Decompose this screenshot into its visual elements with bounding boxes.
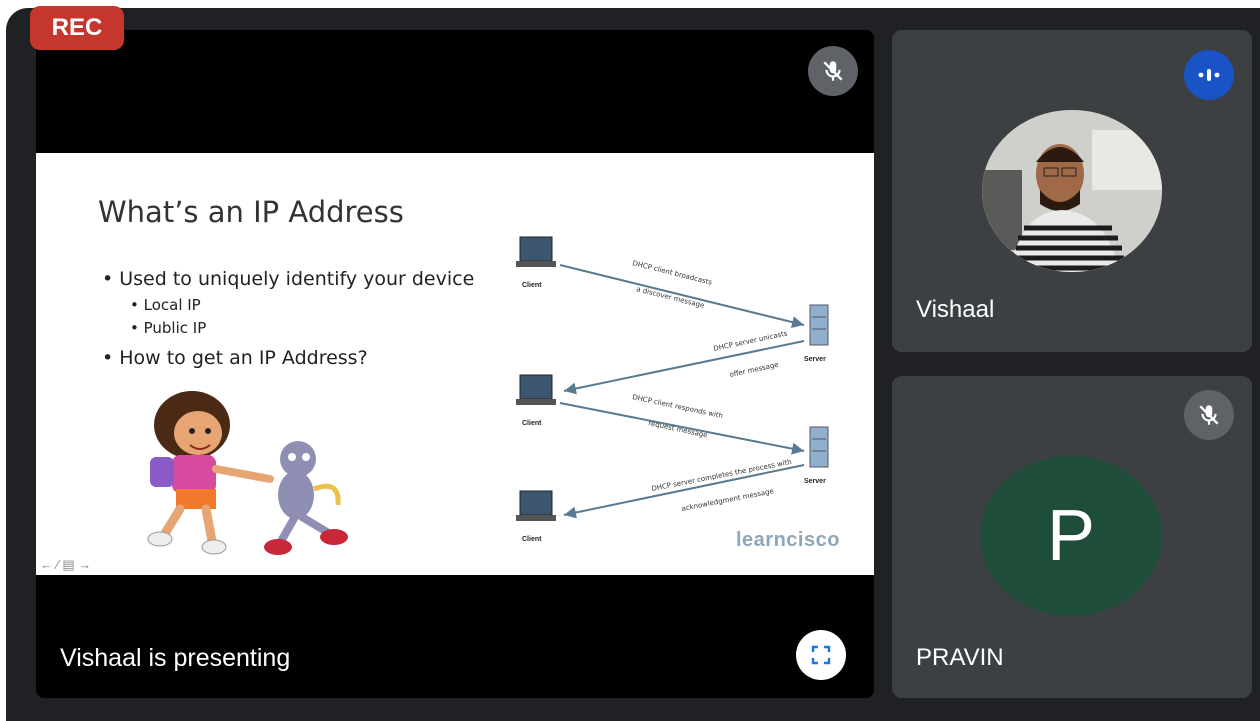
client-label: Client: [522, 420, 542, 427]
slide-nav-controls[interactable]: ← ∕ ▤ →: [40, 557, 91, 573]
participant-name: Vishaal: [916, 296, 995, 323]
presentation-tile: What’s an IP Address • Used to uniquely …: [36, 30, 874, 698]
slide-sub-bullet: • Local IP: [130, 296, 201, 314]
slide-bullet: • How to get an IP Address?: [102, 347, 368, 369]
cartoon-illustration: [147, 391, 348, 555]
presenter-label: Vishaal is presenting: [60, 644, 291, 672]
client-computer-icon: [516, 236, 556, 267]
diagram-step-label: acknowledgment message: [681, 487, 775, 513]
participant-name: PRAVIN: [916, 644, 1004, 671]
slide-sub-bullet: • Public IP: [130, 319, 207, 337]
diagram-step-label: offer message: [729, 361, 780, 379]
shared-slide: What’s an IP Address • Used to uniquely …: [36, 153, 874, 575]
dhcp-diagram: Client Client Client Server Server DHCP …: [516, 236, 829, 543]
mic-off-icon: [1184, 390, 1234, 440]
diagram-step-label: request message: [648, 419, 709, 439]
diagram-step-label: DHCP client responds with: [632, 393, 724, 420]
mic-off-icon: [808, 46, 858, 96]
participant-tile-pravin[interactable]: P PRAVIN: [892, 376, 1252, 698]
speaking-indicator-icon: [1184, 50, 1234, 100]
diagram-step-label: DHCP client broadcasts: [632, 259, 714, 287]
server-icon: [809, 426, 829, 468]
slide-title: What’s an IP Address: [98, 195, 404, 229]
avatar: [982, 110, 1162, 272]
server-label: Server: [804, 356, 826, 363]
fullscreen-button[interactable]: [796, 630, 846, 680]
avatar: P: [980, 456, 1162, 616]
client-label: Client: [522, 536, 542, 543]
fullscreen-icon: [811, 645, 831, 665]
client-computer-icon: [516, 374, 556, 405]
diagram-step-label: DHCP server unicasts: [713, 329, 789, 353]
recording-badge: REC: [30, 6, 124, 50]
participant-tile-vishaal[interactable]: Vishaal: [892, 30, 1252, 352]
slide-bullet: • Used to uniquely identify your device: [102, 268, 475, 290]
client-label: Client: [522, 282, 542, 289]
server-icon: [809, 304, 829, 346]
server-label: Server: [804, 478, 826, 485]
slide-watermark: learncisco: [736, 529, 840, 551]
client-computer-icon: [516, 490, 556, 521]
